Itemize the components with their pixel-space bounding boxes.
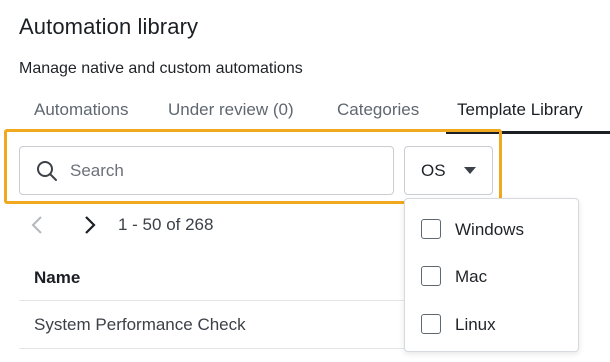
page-title: Automation library (19, 14, 199, 39)
checkbox-icon[interactable] (421, 266, 441, 286)
checkbox-icon[interactable] (421, 219, 441, 239)
tab-categories[interactable]: Categories (337, 100, 419, 120)
search-icon (37, 161, 57, 181)
tab-template-library[interactable]: Template Library (457, 100, 583, 120)
tab-under-review[interactable]: Under review (0) (168, 100, 294, 120)
checkbox-icon[interactable] (421, 314, 441, 334)
search-field[interactable] (19, 146, 394, 195)
os-option-label: Linux (455, 315, 496, 334)
table-divider (19, 300, 419, 301)
chevron-left-icon[interactable] (28, 214, 48, 236)
os-option-label: Windows (455, 220, 524, 239)
os-option-windows[interactable]: Windows (421, 217, 571, 241)
os-options-dropdown: Windows Mac Linux (404, 198, 579, 352)
os-filter-label: OS (421, 161, 446, 180)
pagination-range: 1 - 50 of 268 (118, 215, 214, 234)
os-option-linux[interactable]: Linux (421, 312, 571, 336)
os-option-label: Mac (455, 267, 488, 286)
os-option-mac[interactable]: Mac (421, 264, 571, 288)
table-divider (19, 348, 419, 349)
os-filter-select[interactable]: OS (404, 146, 493, 195)
chevron-right-icon[interactable] (80, 214, 100, 236)
caret-down-icon (464, 167, 476, 174)
column-header-name[interactable]: Name (34, 268, 80, 288)
tab-automations[interactable]: Automations (34, 100, 129, 120)
page-subtitle: Manage native and custom automations (19, 60, 303, 77)
search-input[interactable] (70, 147, 380, 194)
table-row[interactable]: System Performance Check (34, 315, 246, 335)
